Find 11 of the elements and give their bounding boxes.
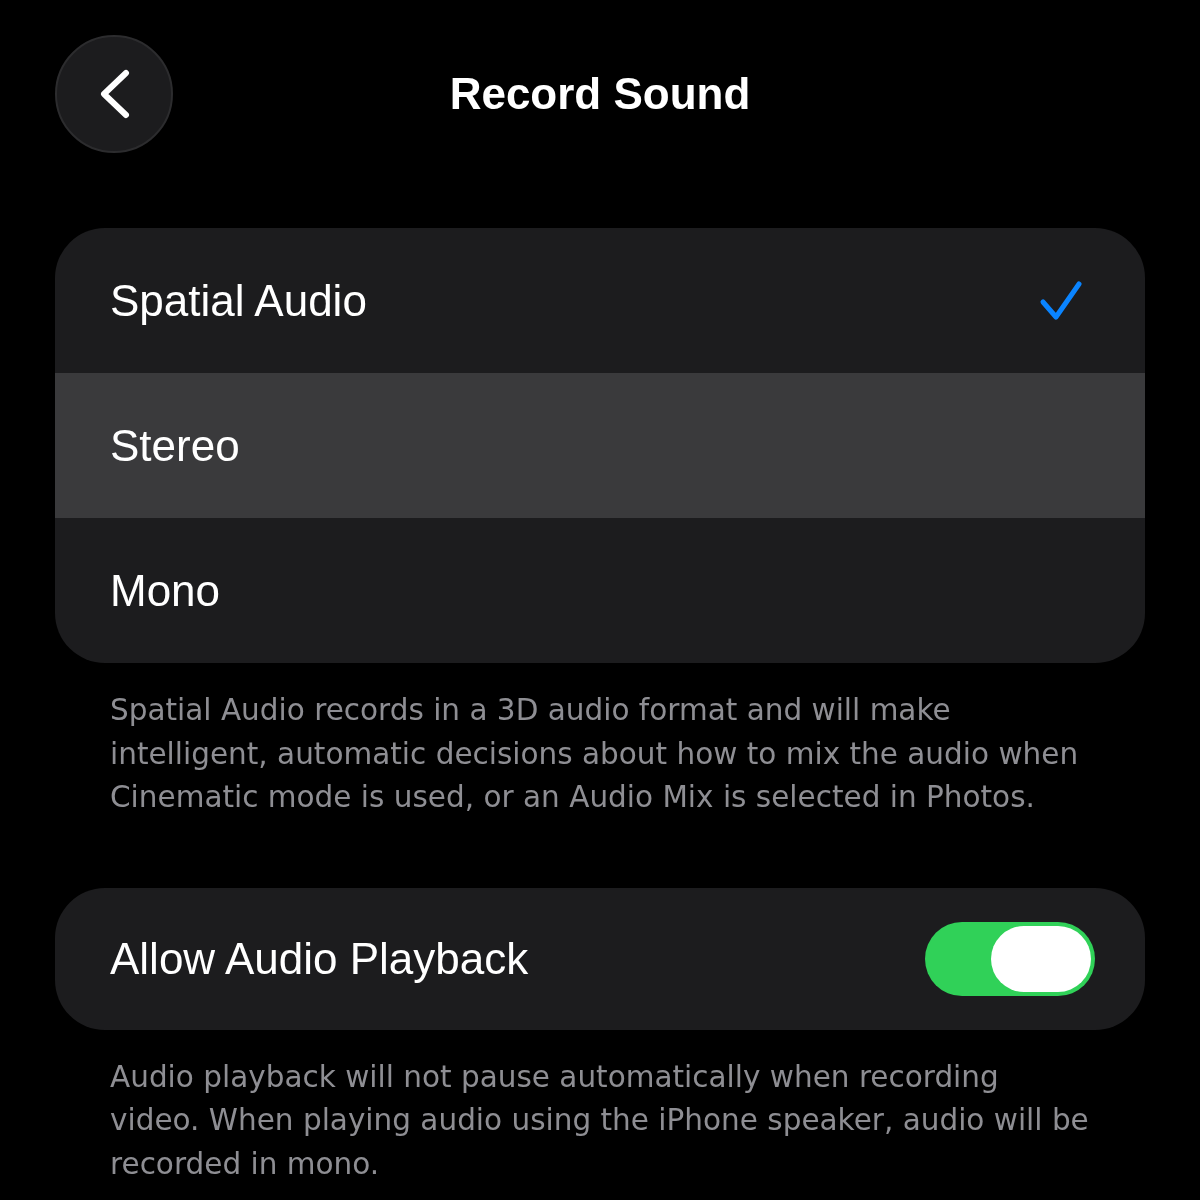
playback-description: Audio playback will not pause automatically when recording video. When playing audio using the iPhone speaker, audio will be recorded in mono. [109, 1058, 1090, 1183]
option-label: Spatial Audio [110, 275, 367, 326]
option-row[interactable]: Spatial Audio [55, 228, 1145, 373]
back-chevron-icon [98, 69, 130, 119]
playback-label: Allow Audio Playback [110, 933, 529, 984]
option-row[interactable]: Stereo [55, 373, 1145, 518]
option-label: Mono [110, 565, 221, 616]
option-row[interactable]: Mono [55, 518, 1145, 663]
page-title: Record Sound [449, 69, 751, 119]
option-label: Stereo [110, 420, 240, 471]
options-description: Spatial Audio records in a 3D audio format and will make intelligent, automatic decisions about how to mix the audio when Cinematic mode is used, or an Audio Mix is selected in Photos. [109, 692, 1080, 816]
